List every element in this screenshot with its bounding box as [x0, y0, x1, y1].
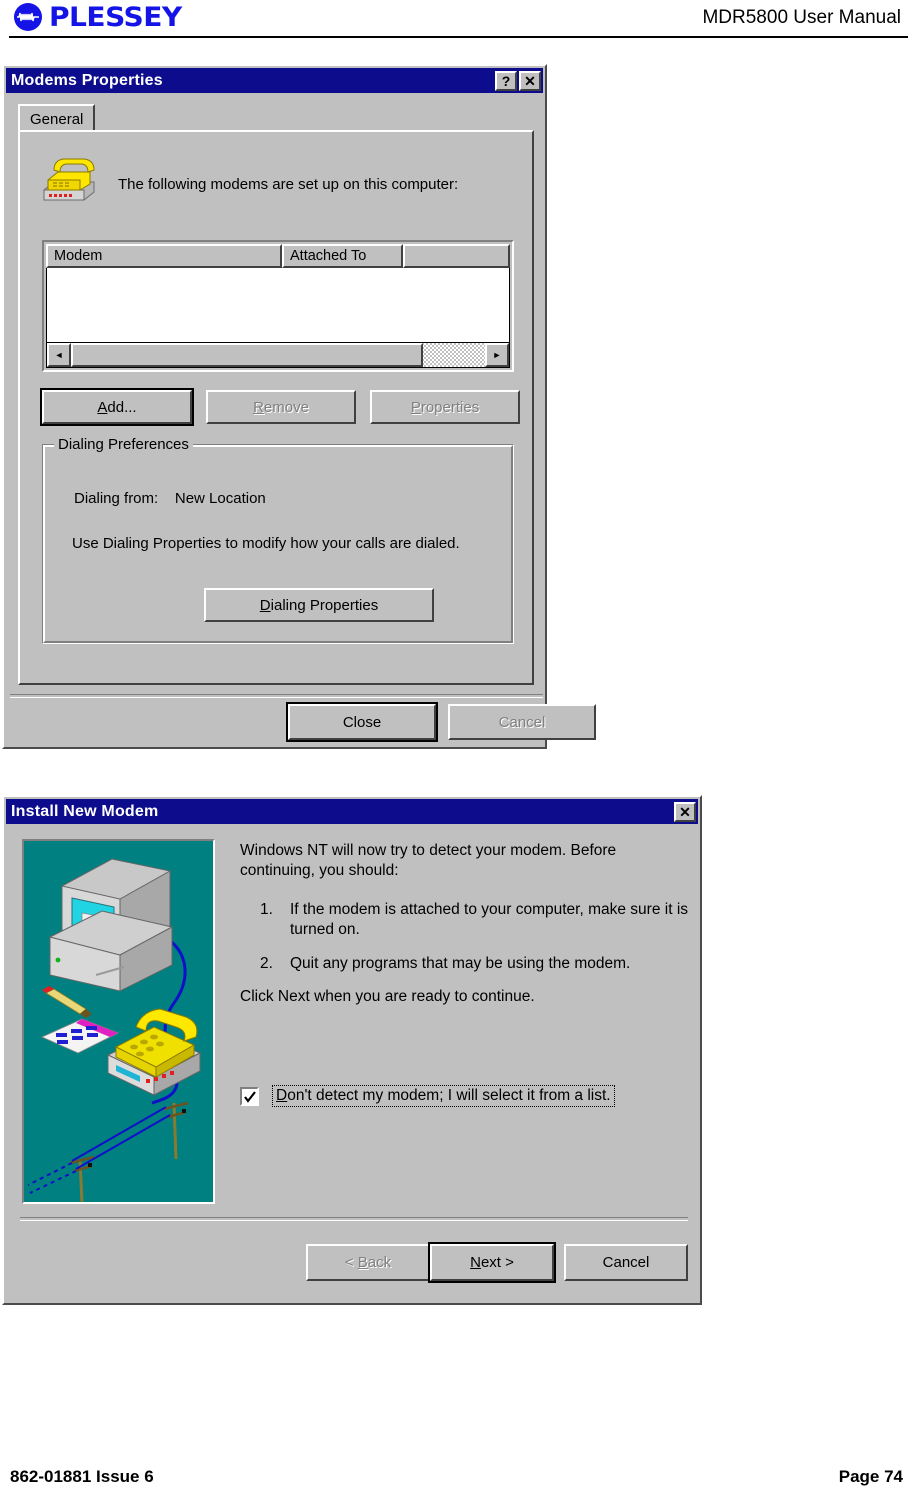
- add-button-label: Add...: [97, 398, 137, 416]
- back-button[interactable]: < Back: [306, 1244, 430, 1281]
- modem-phone-icon: [38, 152, 102, 204]
- close-icon[interactable]: ✕: [519, 70, 541, 91]
- dialing-from-value: New Location: [174, 490, 266, 507]
- back-button-label: < Back: [344, 1254, 392, 1271]
- install-new-modem-titlebar: Install New Modem ✕: [6, 799, 698, 824]
- next-button-label: Next >: [470, 1254, 514, 1271]
- dialing-from-label: Dialing from:: [74, 490, 159, 507]
- dialing-hint-text: Use Dialing Properties to modify how you…: [72, 535, 460, 552]
- column-header-attached-to[interactable]: Attached To: [282, 244, 403, 268]
- tab-page-general: The following modems are set up on this …: [18, 130, 534, 685]
- install-new-modem-dialog: Install New Modem ✕ Windows NT will now …: [2, 795, 702, 1305]
- install-new-modem-title: Install New Modem: [11, 802, 159, 820]
- footer-page-number: Page 74: [838, 1467, 903, 1486]
- header-divider: [9, 36, 908, 38]
- column-header-modem[interactable]: Modem: [46, 244, 282, 268]
- column-header-spacer[interactable]: [403, 244, 510, 268]
- remove-button[interactable]: Remove: [206, 390, 356, 424]
- wizard-body: Windows NT will now try to detect your m…: [240, 841, 692, 1006]
- dialing-preferences-group: Dialing Preferences Dialing from: New Lo…: [42, 436, 514, 644]
- wizard-step-2-number: 2.: [260, 955, 273, 973]
- modems-list-hscrollbar[interactable]: ◄ ►: [46, 342, 510, 368]
- properties-button[interactable]: Properties: [370, 390, 520, 424]
- dont-detect-modem-checkbox-row[interactable]: Don't detect my modem; I will select it …: [240, 1085, 615, 1107]
- tab-general[interactable]: General: [18, 104, 96, 132]
- wizard-step-1: 1. If the modem is attached to your comp…: [240, 900, 692, 940]
- plessey-logo: PLESSEY: [14, 3, 182, 31]
- dialing-properties-button[interactable]: Dialing Properties: [204, 588, 434, 622]
- wizard-cancel-button[interactable]: Cancel: [564, 1244, 688, 1281]
- dialing-from-row: Dialing from: New Location: [74, 490, 266, 507]
- wizard-step-1-text: If the modem is attached to your compute…: [290, 900, 689, 939]
- modems-properties-title: Modems Properties: [11, 71, 163, 89]
- dialog-separator: [10, 694, 543, 698]
- wizard-cancel-button-label: Cancel: [602, 1254, 650, 1271]
- modems-list-header: Modem Attached To: [46, 244, 510, 268]
- wizard-intro-text: Windows NT will now try to detect your m…: [240, 842, 617, 880]
- tab-strip: General: [18, 104, 534, 132]
- scroll-right-icon[interactable]: ►: [485, 343, 509, 367]
- properties-button-label: Properties: [410, 398, 480, 416]
- wizard-step-1-number: 1.: [260, 900, 273, 918]
- modems-list-body[interactable]: [46, 268, 510, 344]
- close-button-label: Close: [342, 713, 382, 731]
- wizard-step-2-text: Quit any programs that may be using the …: [290, 955, 631, 973]
- modems-list[interactable]: Modem Attached To ◄ ►: [42, 240, 514, 372]
- page-header: PLESSEY MDR5800 User Manual: [0, 0, 917, 40]
- brand-wordmark: PLESSEY: [49, 1, 182, 33]
- scrollbar-track[interactable]: [71, 343, 485, 367]
- help-icon[interactable]: ?: [495, 70, 517, 91]
- scroll-left-icon[interactable]: ◄: [47, 343, 71, 367]
- wizard-step-2: 2. Quit any programs that may be using t…: [240, 954, 692, 974]
- cancel-button-label: Cancel: [498, 713, 546, 731]
- modems-intro-text: The following modems are set up on this …: [118, 176, 459, 193]
- wizard-illustration: [22, 839, 215, 1204]
- close-button[interactable]: Close: [286, 702, 438, 742]
- dialing-properties-button-label: Dialing Properties: [259, 596, 379, 614]
- add-button[interactable]: Add...: [40, 388, 194, 426]
- plessey-waveform-icon: [14, 3, 42, 31]
- footer-document-id: 862-01881 Issue 6: [10, 1467, 154, 1486]
- dialing-preferences-label: Dialing Preferences: [54, 436, 193, 453]
- next-button[interactable]: Next >: [428, 1242, 556, 1283]
- dont-detect-modem-label[interactable]: Don't detect my modem; I will select it …: [272, 1085, 615, 1107]
- close-icon[interactable]: ✕: [674, 801, 696, 822]
- modems-properties-titlebar: Modems Properties ? ✕: [6, 68, 543, 93]
- wizard-steps-list: 1. If the modem is attached to your comp…: [240, 900, 692, 974]
- wizard-separator: [20, 1217, 688, 1221]
- dont-detect-modem-checkbox[interactable]: [240, 1086, 259, 1106]
- wizard-click-next-text: Click Next when you are ready to continu…: [240, 988, 535, 1006]
- modems-properties-dialog: Modems Properties ? ✕ General The follow…: [2, 64, 596, 749]
- manual-title: MDR5800 User Manual: [702, 7, 901, 28]
- cancel-button[interactable]: Cancel: [448, 704, 596, 740]
- remove-button-label: Remove: [253, 398, 309, 416]
- scrollbar-thumb[interactable]: [71, 343, 423, 367]
